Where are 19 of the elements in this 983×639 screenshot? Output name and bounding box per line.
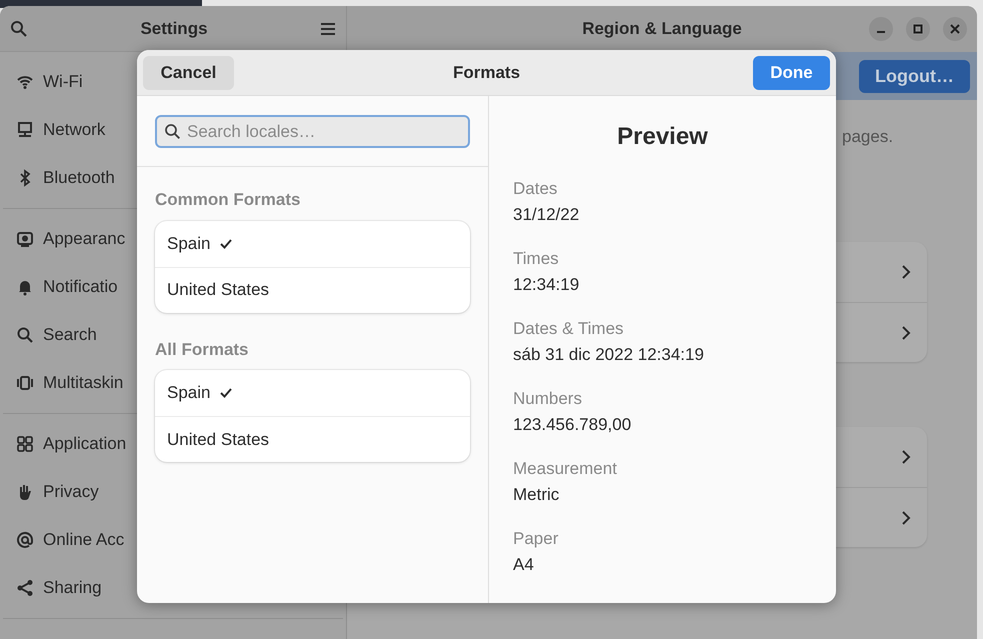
preview-label: Paper <box>513 528 560 550</box>
preview-value: Metric <box>513 484 560 506</box>
section-heading: Common Formats <box>155 189 302 211</box>
preview-value: 31/12/22 <box>513 204 580 226</box>
window-title: Region & Language <box>582 18 742 40</box>
preview-label: Dates <box>513 178 558 200</box>
preview-value: sáb 31 dic 2022 12:34:19 <box>513 344 705 366</box>
preview-value: A4 <box>513 554 535 576</box>
preview-label: Dates & Times <box>513 318 625 340</box>
preview-label: Numbers <box>513 388 583 410</box>
sidebar-title: Settings <box>140 18 208 40</box>
section-heading: All Formats <box>155 338 250 360</box>
description-text: pages. <box>842 127 894 146</box>
preview-heading: Preview <box>617 122 708 152</box>
preview-value: 12:34:19 <box>513 274 580 296</box>
preview-label: Measurement <box>513 458 618 480</box>
dialog-title: Formats <box>452 62 520 84</box>
preview-value: 123.456.789,00 <box>513 414 632 436</box>
preview-label: Times <box>513 248 560 270</box>
